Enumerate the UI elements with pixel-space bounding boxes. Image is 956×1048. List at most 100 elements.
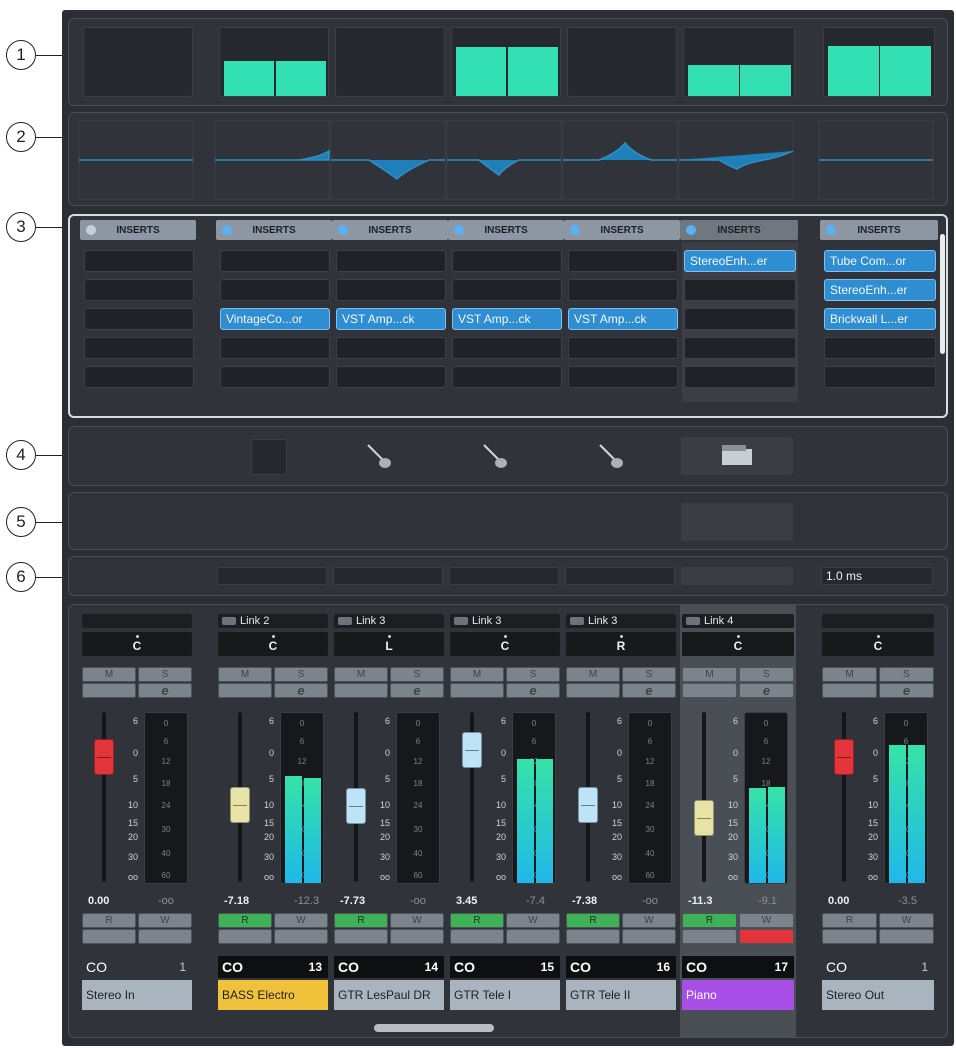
- read-button[interactable]: R: [334, 913, 388, 928]
- fader-cap[interactable]: [230, 786, 250, 823]
- link-group[interactable]: Link 2: [218, 614, 328, 628]
- link-group[interactable]: Link 3: [334, 614, 444, 628]
- record-button[interactable]: [274, 929, 328, 944]
- write-button[interactable]: W: [138, 913, 192, 928]
- pan-control[interactable]: L: [334, 632, 444, 656]
- insert-slot[interactable]: [568, 279, 678, 301]
- insert-slot[interactable]: [84, 279, 194, 301]
- insert-slot[interactable]: [220, 337, 330, 359]
- insert-slot[interactable]: [684, 337, 796, 359]
- edit-button[interactable]: e: [879, 683, 934, 698]
- insert-slot[interactable]: StereoEnh...er: [684, 250, 796, 272]
- insert-slot[interactable]: [568, 366, 678, 388]
- insert-slot[interactable]: [84, 308, 194, 330]
- solo-button[interactable]: S: [274, 667, 328, 682]
- listen-button[interactable]: [218, 683, 272, 698]
- insert-slot[interactable]: [452, 279, 562, 301]
- pan-control[interactable]: R: [566, 632, 676, 656]
- listen-button[interactable]: [822, 683, 877, 698]
- fader-value[interactable]: 3.45 -7.4: [456, 893, 560, 909]
- link-group[interactable]: Link 4: [682, 614, 794, 628]
- fader-value[interactable]: -7.18 -12.3: [224, 893, 328, 909]
- fader-track[interactable]: [842, 712, 846, 882]
- insert-slot[interactable]: [684, 366, 796, 388]
- record-button[interactable]: [622, 929, 676, 944]
- mute-button[interactable]: M: [218, 667, 272, 682]
- channel-name[interactable]: Stereo In: [82, 980, 192, 1010]
- monitor-button[interactable]: [822, 929, 877, 944]
- monitor-button[interactable]: [218, 929, 272, 944]
- pan-control[interactable]: C: [682, 632, 794, 656]
- insert-slot[interactable]: Tube Com...or: [824, 250, 936, 272]
- read-button[interactable]: R: [566, 913, 620, 928]
- fader-value[interactable]: -11.3 -9.1: [688, 893, 794, 909]
- fader-cap[interactable]: [346, 788, 366, 825]
- insert-slot[interactable]: VintageCo...or: [220, 308, 330, 330]
- solo-button[interactable]: S: [622, 667, 676, 682]
- solo-button[interactable]: S: [138, 667, 192, 682]
- inserts-bypass-icon[interactable]: [86, 225, 96, 235]
- fader-cap[interactable]: [578, 786, 598, 823]
- record-button[interactable]: [879, 929, 934, 944]
- fader-value[interactable]: 0.00 -oo: [88, 893, 192, 909]
- insert-slot[interactable]: [452, 250, 562, 272]
- monitor-button[interactable]: [82, 929, 136, 944]
- channel-name[interactable]: Stereo Out: [822, 980, 934, 1010]
- insert-slot[interactable]: [684, 279, 796, 301]
- insert-slot[interactable]: [336, 366, 446, 388]
- solo-button[interactable]: S: [390, 667, 444, 682]
- insert-slot[interactable]: [684, 308, 796, 330]
- insert-slot[interactable]: [824, 366, 936, 388]
- inserts-scrollbar[interactable]: [940, 234, 945, 354]
- mute-button[interactable]: M: [566, 667, 620, 682]
- write-button[interactable]: W: [622, 913, 676, 928]
- fader-cap[interactable]: [94, 739, 114, 775]
- record-button[interactable]: [739, 929, 794, 944]
- channel-name[interactable]: GTR Tele II: [566, 980, 676, 1010]
- mute-button[interactable]: M: [450, 667, 504, 682]
- solo-button[interactable]: S: [879, 667, 934, 682]
- insert-slot[interactable]: [336, 337, 446, 359]
- insert-slot[interactable]: [452, 337, 562, 359]
- insert-slot[interactable]: VST Amp...ck: [336, 308, 446, 330]
- write-button[interactable]: W: [506, 913, 560, 928]
- write-button[interactable]: W: [879, 913, 934, 928]
- pan-control[interactable]: C: [450, 632, 560, 656]
- monitor-button[interactable]: [450, 929, 504, 944]
- inserts-header[interactable]: INSERTS: [216, 220, 332, 240]
- insert-slot[interactable]: StereoEnh...er: [824, 279, 936, 301]
- monitor-button[interactable]: [566, 929, 620, 944]
- inserts-header[interactable]: INSERTS: [448, 220, 564, 240]
- insert-slot[interactable]: [84, 250, 194, 272]
- horizontal-scrollbar[interactable]: [374, 1024, 494, 1032]
- listen-button[interactable]: [334, 683, 388, 698]
- insert-slot[interactable]: [336, 250, 446, 272]
- edit-button[interactable]: e: [274, 683, 328, 698]
- insert-slot[interactable]: [452, 366, 562, 388]
- link-group[interactable]: [822, 614, 934, 628]
- fader-track[interactable]: [102, 712, 106, 882]
- inserts-header[interactable]: INSERTS: [820, 220, 938, 240]
- insert-slot[interactable]: [220, 279, 330, 301]
- read-button[interactable]: R: [82, 913, 136, 928]
- record-button[interactable]: [138, 929, 192, 944]
- insert-slot[interactable]: VST Amp...ck: [452, 308, 562, 330]
- fader-value[interactable]: 0.00 -3.5: [828, 893, 934, 909]
- insert-slot[interactable]: [220, 366, 330, 388]
- read-button[interactable]: R: [682, 913, 737, 928]
- channel-name[interactable]: GTR Tele I: [450, 980, 560, 1010]
- pan-control[interactable]: C: [218, 632, 328, 656]
- inserts-header[interactable]: INSERTS: [564, 220, 680, 240]
- fader-value[interactable]: -7.73 -oo: [340, 893, 444, 909]
- insert-slot[interactable]: [220, 250, 330, 272]
- inserts-bypass-icon[interactable]: [826, 225, 836, 235]
- insert-slot[interactable]: [824, 337, 936, 359]
- monitor-button[interactable]: [334, 929, 388, 944]
- insert-slot[interactable]: [84, 337, 194, 359]
- record-button[interactable]: [390, 929, 444, 944]
- fader-value[interactable]: -7.38 -oo: [572, 893, 676, 909]
- inserts-bypass-icon[interactable]: [686, 225, 696, 235]
- read-button[interactable]: R: [218, 913, 272, 928]
- pan-control[interactable]: C: [822, 632, 934, 656]
- link-group[interactable]: Link 3: [566, 614, 676, 628]
